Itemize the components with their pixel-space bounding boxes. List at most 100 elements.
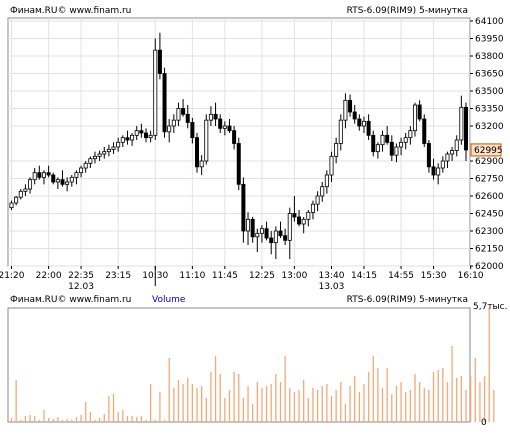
x-tick-label: 23:15 — [105, 271, 131, 281]
candle-body-down — [264, 228, 269, 239]
candle-body-up — [153, 49, 158, 136]
candle-body-down — [157, 49, 162, 74]
candle-body-down — [283, 235, 288, 241]
candle-body-up — [208, 113, 213, 121]
candle-body-up — [361, 120, 366, 127]
candle-body-up — [329, 155, 334, 176]
x-tick-label: 13:40 — [319, 271, 345, 281]
y-tick-label: 64100 — [475, 17, 504, 27]
volume-y-max-label: 5,7тыс. — [473, 302, 507, 312]
candle-body-down — [139, 130, 144, 134]
candle-body-down — [60, 179, 65, 185]
candle-body-down — [195, 137, 200, 168]
candle-body-up — [436, 167, 441, 176]
y-tick-label: 63200 — [475, 122, 504, 132]
y-tick-label: 63650 — [475, 70, 504, 80]
candle-body-down — [385, 134, 390, 143]
volume-header-left: Финам.RU© www.finam.ru — [10, 295, 131, 305]
candle-body-up — [14, 196, 19, 204]
volume-header-center: Volume — [152, 295, 186, 305]
candle-body-down — [218, 118, 223, 129]
price-header-left: Финам.RU© www.finam.ru — [10, 6, 131, 16]
candle-body-down — [125, 137, 130, 141]
candle-body-down — [236, 143, 241, 185]
volume-y-zero-label: 0 — [481, 418, 487, 428]
candle-body-up — [28, 179, 33, 190]
candle-body-up — [259, 228, 264, 234]
candle-body-up — [315, 195, 320, 205]
candle — [162, 67, 167, 138]
candle-body-up — [88, 158, 93, 164]
y-tick-label: 63500 — [475, 87, 504, 97]
candle-body-up — [310, 203, 315, 213]
candle-body-up — [116, 141, 121, 148]
candle-body-down — [250, 218, 255, 238]
candle — [422, 114, 427, 147]
candle-body-up — [246, 218, 251, 232]
candle-body-up — [55, 179, 60, 183]
x-tick-label: 21:20 — [0, 271, 25, 281]
candle-body-up — [412, 104, 417, 132]
x-tick-label: 13:00 — [281, 271, 307, 281]
candle-body-down — [185, 113, 190, 123]
y-tick-label: 62150 — [475, 245, 504, 255]
candle-body-up — [454, 139, 459, 151]
candle-body-up — [18, 190, 23, 198]
candle-body-down — [143, 132, 148, 139]
candle — [153, 38, 158, 140]
candle-body-down — [426, 143, 431, 168]
chart-svg: Финам.RU© www.finam.ru RTS-6.09(RIM9) 5-… — [0, 6, 507, 428]
candle-body-up — [120, 137, 125, 143]
candle-body-down — [357, 118, 362, 127]
candle-body-up — [320, 186, 325, 197]
candle-body-up — [69, 176, 74, 183]
candle-body-up — [306, 211, 311, 220]
x-tick-label: 12:25 — [249, 271, 275, 281]
date-labels: 12.03 13.03 — [68, 282, 344, 292]
y-tick-label: 62450 — [475, 210, 504, 220]
candle-body-up — [440, 160, 445, 169]
candle-body-down — [227, 125, 232, 132]
candle-body-down — [422, 118, 427, 144]
candle-body-down — [389, 141, 394, 156]
candle-body-down — [292, 213, 297, 218]
candle-body-up — [92, 155, 97, 160]
candle-body-up — [9, 202, 14, 209]
y-tick-label: 62600 — [475, 192, 504, 202]
candle-body-up — [65, 181, 70, 185]
volume-header-right: RTS-6.09(RIM9) 5-минутка — [347, 295, 468, 305]
candle-body-up — [301, 218, 306, 225]
candle-body-up — [148, 134, 153, 139]
volume-panel: Финам.RU© www.finam.ru Volume RTS-6.09(R… — [7, 295, 507, 428]
candle-body-down — [297, 216, 302, 225]
candle-body-down — [162, 73, 167, 133]
candle-body-down — [269, 237, 274, 244]
candle-body-up — [23, 188, 28, 192]
date-label: 12.03 — [68, 282, 94, 292]
candle-body-down — [37, 172, 42, 178]
candle-body-up — [134, 130, 139, 136]
candle-body-up — [394, 146, 399, 156]
x-tick-label: 15:30 — [421, 271, 447, 281]
x-tick-label: 14:15 — [351, 271, 377, 281]
candle-body-up — [176, 108, 181, 121]
x-tick-label: 16:10 — [458, 271, 484, 281]
x-tick-label: 14:55 — [388, 271, 414, 281]
y-tick-label: 63350 — [475, 105, 504, 115]
candle-body-up — [199, 160, 204, 168]
candle-body-up — [338, 119, 343, 144]
candle-body-down — [366, 120, 371, 136]
candle-body-up — [343, 99, 348, 121]
candle-body-down — [181, 108, 186, 115]
price-x-axis: 21:20 22:00 22:35 23:15 10:30 11:10 11:45 12:25… — [0, 266, 484, 281]
candle — [236, 137, 241, 191]
candle-body-up — [204, 119, 209, 162]
y-tick-label: 62750 — [475, 175, 504, 185]
candle-body-up — [273, 230, 278, 244]
candle-body-up — [450, 150, 455, 155]
candle-body-up — [41, 172, 46, 178]
x-tick-label: 10:30 — [142, 271, 168, 281]
candle-body-up — [222, 125, 227, 129]
candle-body-down — [371, 134, 376, 153]
candle-body-up — [79, 167, 84, 174]
